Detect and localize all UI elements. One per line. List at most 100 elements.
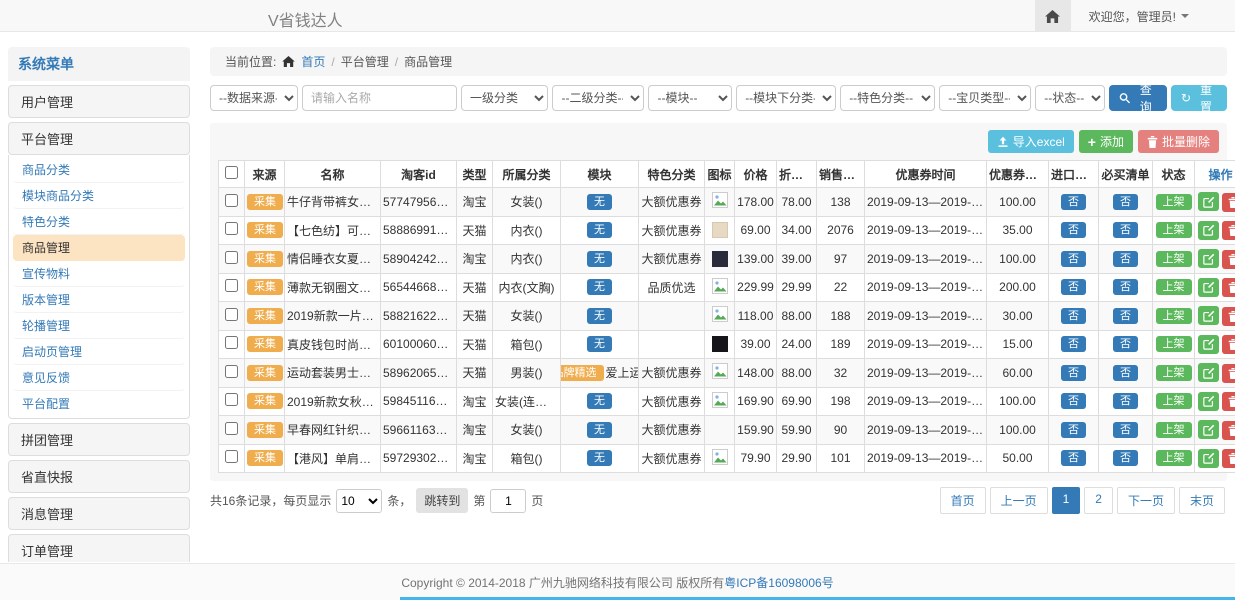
must-buy-badge[interactable]: 否 xyxy=(1113,422,1138,438)
must-buy-badge[interactable]: 否 xyxy=(1113,308,1138,324)
sidebar-item-1[interactable]: 模块商品分类 xyxy=(13,183,185,209)
status-badge[interactable]: 上架 xyxy=(1156,251,1192,267)
sidebar-group-1[interactable]: 平台管理 xyxy=(8,122,190,155)
import-excel-button[interactable]: 导入excel xyxy=(988,130,1074,153)
row-checkbox[interactable] xyxy=(225,336,238,349)
jump-page-input[interactable] xyxy=(490,489,526,513)
edit-button[interactable] xyxy=(1198,363,1219,382)
sidebar-group-4[interactable]: 消息管理 xyxy=(8,497,190,530)
delete-button[interactable] xyxy=(1222,221,1235,240)
edit-button[interactable] xyxy=(1198,306,1219,325)
edit-button[interactable] xyxy=(1198,249,1219,268)
sidebar-item-4[interactable]: 宣传物料 xyxy=(13,261,185,287)
reset-button[interactable]: ↻ 重置 xyxy=(1171,85,1227,111)
import-select-badge[interactable]: 否 xyxy=(1061,393,1086,409)
import-select-badge[interactable]: 否 xyxy=(1061,450,1086,466)
sidebar-item-6[interactable]: 轮播管理 xyxy=(13,313,185,339)
delete-button[interactable] xyxy=(1222,364,1235,383)
breadcrumb-home-link[interactable]: 首页 xyxy=(301,53,325,70)
filter-select-status[interactable]: --状态-- xyxy=(1035,85,1105,111)
page-button-2[interactable]: 2 xyxy=(1084,487,1113,514)
sidebar-group-2[interactable]: 拼团管理 xyxy=(8,423,190,456)
search-button[interactable]: 查询 xyxy=(1109,85,1167,111)
select-all-checkbox[interactable] xyxy=(225,166,238,179)
filter-select-secondary-category[interactable]: --二级分类-- xyxy=(552,85,644,111)
filter-select-feature-category[interactable]: --特色分类-- xyxy=(840,85,935,111)
must-buy-badge[interactable]: 否 xyxy=(1113,194,1138,210)
next-page-button[interactable]: 下一页 xyxy=(1117,487,1175,514)
import-select-badge[interactable]: 否 xyxy=(1061,422,1086,438)
row-checkbox[interactable] xyxy=(225,222,238,235)
batch-delete-button[interactable]: 批量删除 xyxy=(1138,130,1219,153)
status-badge[interactable]: 上架 xyxy=(1156,308,1192,324)
sidebar-item-9[interactable]: 平台配置 xyxy=(13,391,185,416)
import-select-badge[interactable]: 否 xyxy=(1061,222,1086,238)
must-buy-badge[interactable]: 否 xyxy=(1113,279,1138,295)
sidebar-group-5[interactable]: 订单管理 xyxy=(8,534,190,562)
row-checkbox[interactable] xyxy=(225,422,238,435)
must-buy-badge[interactable]: 否 xyxy=(1113,336,1138,352)
import-select-badge[interactable]: 否 xyxy=(1061,365,1086,381)
must-buy-badge[interactable]: 否 xyxy=(1113,365,1138,381)
status-badge[interactable]: 上架 xyxy=(1156,393,1192,409)
status-badge[interactable]: 上架 xyxy=(1156,222,1192,238)
jump-button[interactable]: 跳转到 xyxy=(416,488,468,513)
row-checkbox[interactable] xyxy=(225,393,238,406)
row-checkbox[interactable] xyxy=(225,450,238,463)
must-buy-badge[interactable]: 否 xyxy=(1113,393,1138,409)
edit-button[interactable] xyxy=(1198,392,1219,411)
filter-select-module-subcategory[interactable]: --模块下分类-- xyxy=(736,85,836,111)
edit-button[interactable] xyxy=(1198,335,1219,354)
delete-button[interactable] xyxy=(1222,278,1235,297)
filter-select-module[interactable]: --模块-- xyxy=(648,85,732,111)
first-page-button[interactable]: 首页 xyxy=(940,487,986,514)
edit-button[interactable] xyxy=(1198,420,1219,439)
status-badge[interactable]: 上架 xyxy=(1156,279,1192,295)
delete-button[interactable] xyxy=(1222,449,1235,468)
status-badge[interactable]: 上架 xyxy=(1156,422,1192,438)
delete-button[interactable] xyxy=(1222,307,1235,326)
sidebar-item-7[interactable]: 启动页管理 xyxy=(13,339,185,365)
row-checkbox[interactable] xyxy=(225,194,238,207)
delete-button[interactable] xyxy=(1222,250,1235,269)
import-select-badge[interactable]: 否 xyxy=(1061,308,1086,324)
row-checkbox[interactable] xyxy=(225,251,238,264)
name-search-input[interactable] xyxy=(302,85,457,111)
row-checkbox[interactable] xyxy=(225,308,238,321)
edit-button[interactable] xyxy=(1198,278,1219,297)
delete-button[interactable] xyxy=(1222,392,1235,411)
must-buy-badge[interactable]: 否 xyxy=(1113,222,1138,238)
last-page-button[interactable]: 末页 xyxy=(1179,487,1225,514)
prev-page-button[interactable]: 上一页 xyxy=(990,487,1048,514)
import-select-badge[interactable]: 否 xyxy=(1061,251,1086,267)
status-badge[interactable]: 上架 xyxy=(1156,450,1192,466)
edit-button[interactable] xyxy=(1198,192,1219,211)
import-select-badge[interactable]: 否 xyxy=(1061,279,1086,295)
sidebar-item-5[interactable]: 版本管理 xyxy=(13,287,185,313)
delete-button[interactable] xyxy=(1222,335,1235,354)
filter-select-primary-category[interactable]: 一级分类 xyxy=(461,85,548,111)
sidebar-item-0[interactable]: 商品分类 xyxy=(13,157,185,183)
filter-select-data-source[interactable]: --数据来源-- xyxy=(210,85,298,111)
edit-button[interactable] xyxy=(1198,221,1219,240)
icp-link[interactable]: 粤ICP备16098006号 xyxy=(724,574,833,591)
filter-select-item-type[interactable]: --宝贝类型-- xyxy=(939,85,1031,111)
status-badge[interactable]: 上架 xyxy=(1156,194,1192,210)
edit-button[interactable] xyxy=(1198,449,1219,468)
import-select-badge[interactable]: 否 xyxy=(1061,336,1086,352)
must-buy-badge[interactable]: 否 xyxy=(1113,450,1138,466)
status-badge[interactable]: 上架 xyxy=(1156,365,1192,381)
user-menu[interactable]: 欢迎您，管理员! xyxy=(1089,8,1189,25)
status-badge[interactable]: 上架 xyxy=(1156,336,1192,352)
delete-button[interactable] xyxy=(1222,421,1235,440)
must-buy-badge[interactable]: 否 xyxy=(1113,251,1138,267)
sidebar-group-0[interactable]: 用户管理 xyxy=(8,85,190,118)
import-select-badge[interactable]: 否 xyxy=(1061,194,1086,210)
delete-button[interactable] xyxy=(1222,193,1235,212)
sidebar-item-2[interactable]: 特色分类 xyxy=(13,209,185,235)
row-checkbox[interactable] xyxy=(225,279,238,292)
home-button[interactable] xyxy=(1035,0,1071,32)
page-button-1[interactable]: 1 xyxy=(1052,487,1081,514)
sidebar-group-3[interactable]: 省直快报 xyxy=(8,460,190,493)
row-checkbox[interactable] xyxy=(225,365,238,378)
